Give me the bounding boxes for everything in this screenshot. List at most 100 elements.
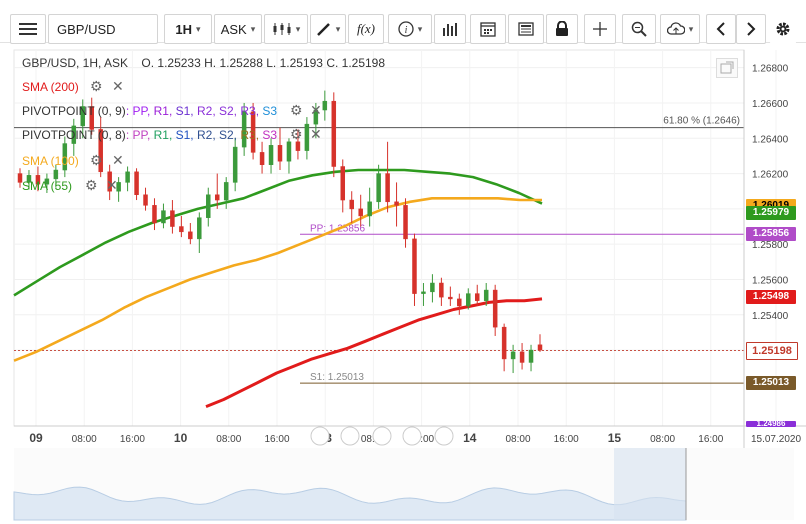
crosshair-button[interactable] — [584, 14, 616, 44]
candle-body — [197, 217, 202, 240]
price-type-selector[interactable]: ASK ▾ — [214, 14, 262, 44]
ohlc-header: GBP/USD, 1H, ASK O. 1.25233 H. 1.25288 L… — [22, 56, 385, 70]
settings-button[interactable] — [770, 14, 796, 44]
nav-control-icon — [372, 426, 392, 446]
candle-body — [143, 194, 148, 206]
candle-body — [232, 146, 238, 183]
y-tick-label: 1.26200 — [752, 170, 789, 181]
candle-body — [430, 282, 435, 293]
info-button[interactable]: i ▾ — [388, 14, 432, 44]
legend-sma100: SMA (100) — [22, 154, 79, 168]
y-tick-label: 1.25800 — [752, 240, 789, 251]
sma200-price-tag: 1.25498 — [746, 290, 796, 305]
y-tick-label: 1.25400 — [752, 311, 789, 322]
caret-down-icon: ▾ — [417, 23, 423, 34]
candle-body — [358, 208, 363, 217]
volume-button[interactable] — [434, 14, 466, 44]
cloud-upload-icon — [666, 22, 685, 35]
candle-body — [134, 171, 139, 196]
legend-pivot-item: S3 — [259, 128, 278, 142]
x-tick-label: 14 — [463, 431, 477, 445]
fx-label: f(x) — [356, 21, 376, 36]
nav-control-icon — [340, 426, 360, 446]
symbol-selector[interactable]: GBP/USD — [48, 14, 158, 44]
pencil-icon — [316, 23, 330, 36]
candle-body — [528, 349, 534, 363]
candle-body — [259, 152, 265, 165]
chart-type-button[interactable]: ▾ — [264, 14, 308, 44]
candle-body — [331, 100, 337, 167]
close-icon[interactable]: ✕ — [106, 177, 118, 194]
caret-down-icon: ▾ — [688, 23, 694, 34]
legend-pivot8-items: : PP, R1, S1, R2, S2, R3, S3 — [126, 128, 277, 142]
close-icon[interactable]: ✕ — [112, 78, 124, 95]
x-tick-label: 16:00 — [698, 434, 723, 445]
candle-body — [214, 194, 220, 201]
candle-body — [223, 182, 229, 201]
close-value: 1.25198 — [341, 56, 386, 70]
candle-body — [412, 238, 417, 294]
candle-body — [537, 344, 543, 351]
x-tick-label: 08:00 — [216, 434, 241, 445]
news-button[interactable] — [508, 14, 544, 44]
close-icon[interactable]: ✕ — [310, 102, 322, 119]
price-type-label: ASK — [220, 21, 247, 37]
nav-control-icon — [402, 426, 422, 446]
caret-down-icon: ▾ — [335, 23, 341, 34]
info-icon: i — [398, 21, 414, 37]
x-tick-label: 08:00 — [505, 434, 530, 445]
y-tick-label: 1.25600 — [752, 275, 789, 286]
timeframe-selector[interactable]: 1H ▾ — [164, 14, 212, 44]
legend-pivot-item: : PP, — [125, 128, 151, 142]
candle-body — [385, 173, 390, 203]
y-tick-label: 1.26800 — [752, 64, 789, 75]
candle-body — [501, 326, 507, 360]
zoom-button[interactable] — [622, 14, 656, 44]
timeframe-label: 1H — [175, 21, 193, 37]
close-icon[interactable]: ✕ — [310, 126, 322, 143]
chevron-left-icon — [716, 22, 725, 36]
gear-icon[interactable]: ⚙ — [85, 177, 98, 194]
scroll-left-button[interactable] — [706, 14, 736, 44]
gear-icon[interactable]: ⚙ — [290, 126, 303, 143]
popout-button[interactable] — [716, 58, 738, 78]
legend-pivot8-label: PIVOTPOINT (0, 8) — [22, 128, 126, 142]
low-value: 1.25193 — [279, 56, 323, 70]
candle-body — [340, 166, 346, 201]
pivot-s1-label: S1: 1.25013 — [310, 372, 364, 383]
legend-pivot-item: R2, — [193, 128, 216, 142]
draw-tools-button[interactable]: ▾ — [310, 14, 346, 44]
bottom-price-tag: 1.24986 — [746, 421, 796, 427]
indicators-button[interactable]: f(x) — [348, 14, 384, 44]
candle-body — [483, 289, 489, 301]
lock-button[interactable] — [546, 14, 578, 44]
candle-body — [421, 291, 426, 294]
chart-area[interactable]: 61.80 % (1.2646) PP: 1.25856 S1: 1.25013 1… — [0, 44, 806, 524]
pivot-pp-price-tag: 1.25856 — [746, 227, 796, 242]
menu-button[interactable] — [10, 14, 46, 44]
cloud-button[interactable]: ▾ — [660, 14, 700, 44]
gear-icon[interactable]: ⚙ — [90, 152, 103, 169]
candle-body — [170, 210, 175, 227]
svg-text:i: i — [404, 25, 407, 36]
x-tick-label: 16:00 — [120, 434, 145, 445]
candle-body — [161, 210, 166, 224]
x-tick-label: 10 — [174, 431, 188, 445]
close-icon[interactable]: ✕ — [112, 152, 124, 169]
hamburger-icon — [19, 23, 37, 35]
candle-body — [367, 201, 372, 217]
gear-icon[interactable]: ⚙ — [90, 78, 103, 95]
x-tick-label: 16:00 — [554, 434, 579, 445]
legend-pivot-item: S2, — [215, 128, 238, 142]
legend-pivot-item: R3, — [237, 128, 260, 142]
gear-icon[interactable]: ⚙ — [290, 102, 303, 119]
legend-sma55: SMA (55) — [22, 179, 72, 193]
scroll-right-button[interactable] — [736, 14, 766, 44]
current-price-tag: 1.25198 — [746, 342, 798, 361]
candle-body — [510, 351, 516, 360]
legend-pivot-item: R1, — [150, 128, 173, 142]
popout-icon — [720, 61, 734, 74]
candle-body — [206, 194, 211, 218]
calendar-button[interactable] — [470, 14, 506, 44]
legend-sma55-label: SMA (55) — [22, 179, 73, 193]
